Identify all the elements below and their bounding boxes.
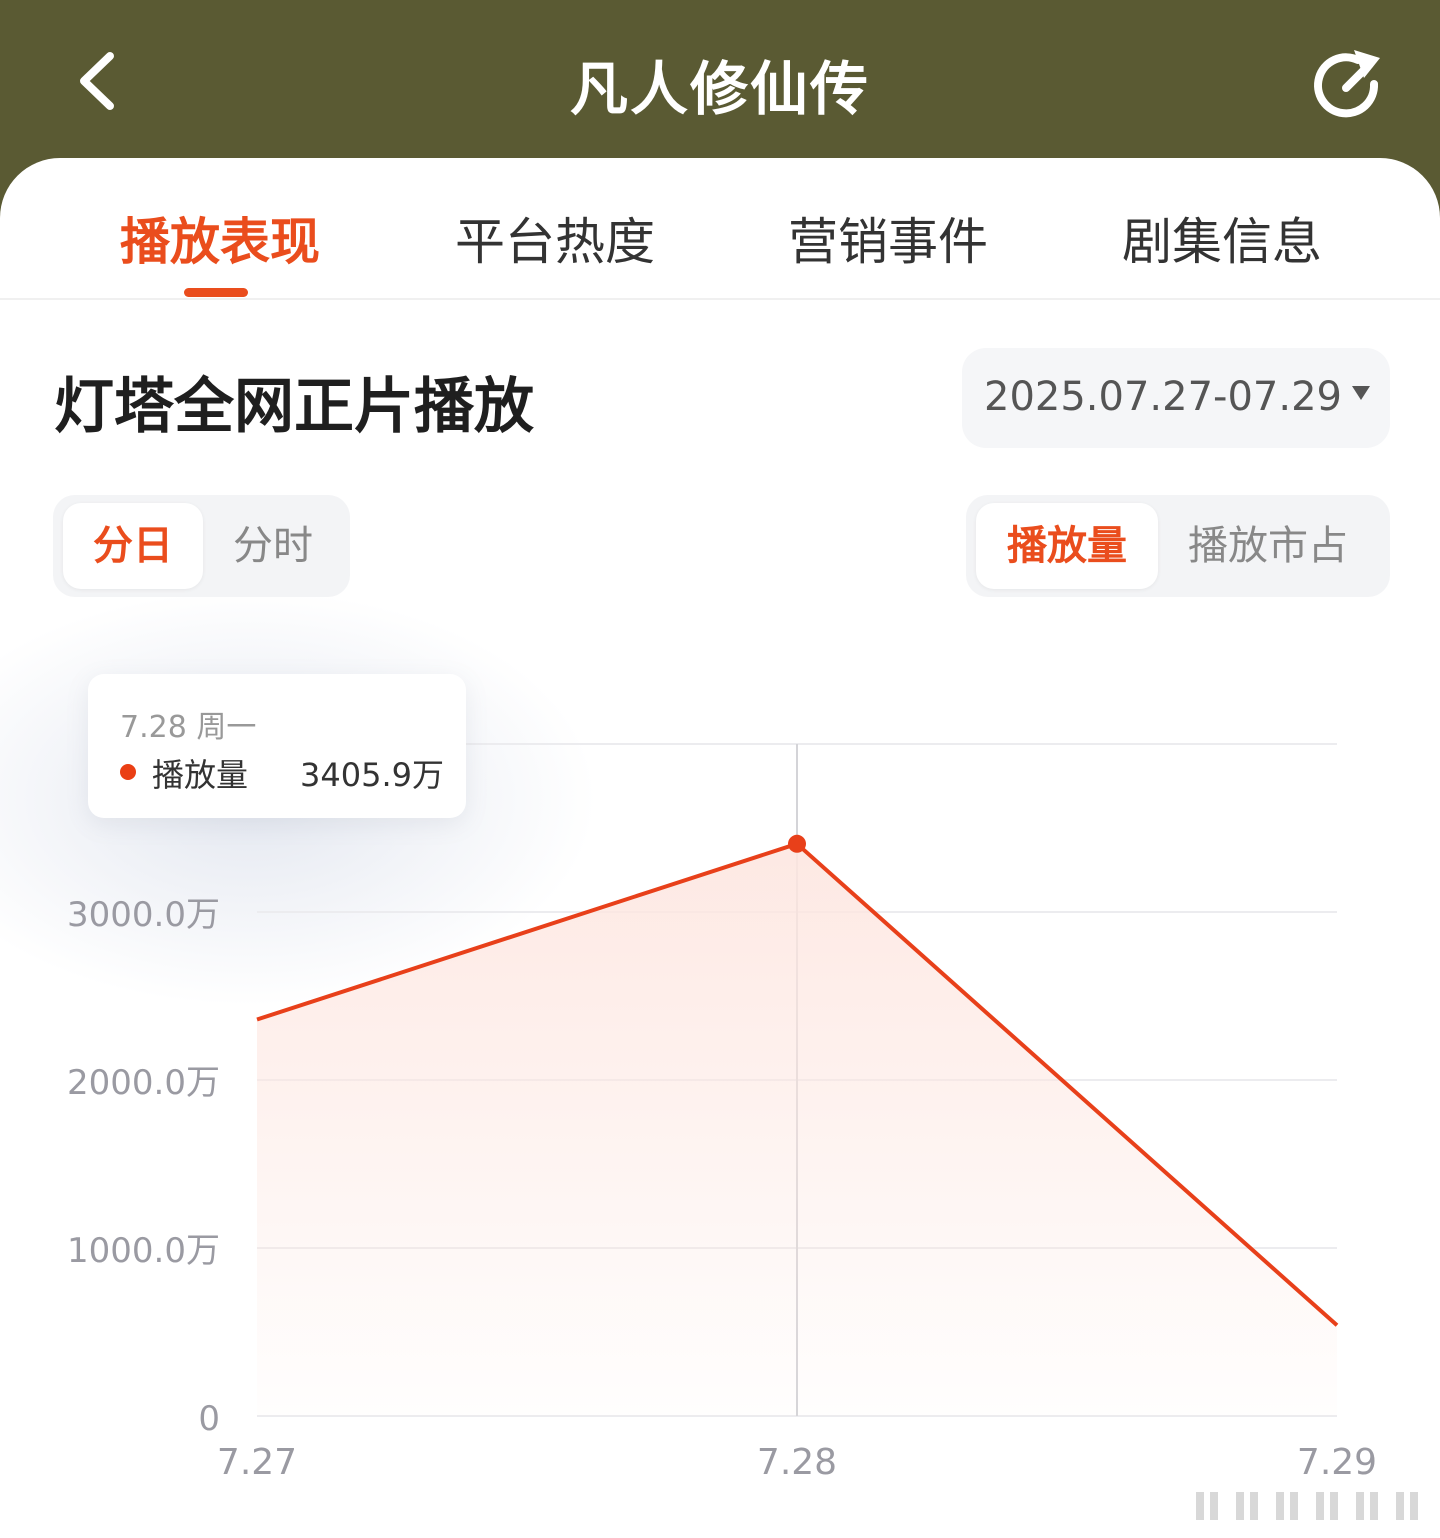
chart-tooltip: 7.28 周一 播放量 3405.9万: [88, 674, 466, 818]
y-tick-label: 2000.0万: [67, 1063, 220, 1103]
page-title: 凡人修仙传: [569, 55, 870, 123]
series-area: [257, 843, 1337, 1416]
data-point: [788, 834, 806, 853]
top-bar: 凡人修仙传: [0, 0, 1440, 170]
refresh-button[interactable]: [1308, 48, 1388, 128]
x-tick-label: 7.29: [1297, 1442, 1377, 1483]
y-tick-label: 1000.0万: [67, 1231, 220, 1271]
play-count-chart[interactable]: 01000.0万2000.0万3000.0万47.277.287.29: [0, 158, 1440, 1538]
x-tick-label: 7.27: [217, 1442, 297, 1483]
y-tick-label: 0: [198, 1399, 220, 1439]
watermark-icon: [1196, 1492, 1418, 1520]
content-card: 播放表现 平台热度 营销事件 剧集信息 灯塔全网正片播放 2025.07.27-…: [0, 158, 1440, 1538]
x-tick-label: 7.28: [757, 1442, 837, 1483]
refresh-icon: [1314, 50, 1380, 118]
tooltip-date: 7.28 周一: [120, 710, 257, 745]
tooltip-series-label: 播放量: [152, 756, 249, 794]
tooltip-value: 3405.9万: [300, 756, 444, 794]
series-dot-icon: [120, 764, 136, 780]
y-tick-label: 3000.0万: [67, 895, 220, 935]
